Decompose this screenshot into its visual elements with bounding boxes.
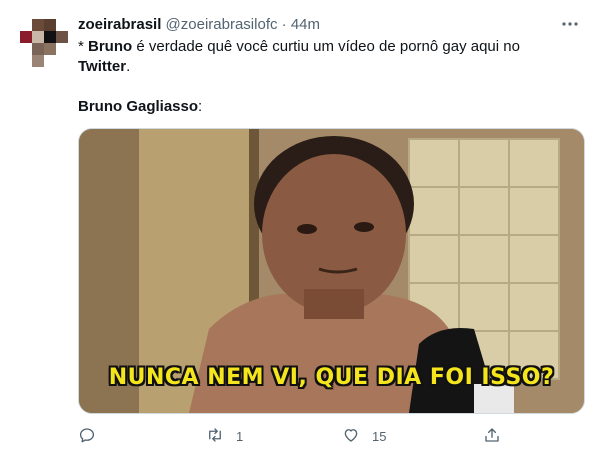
- reply-icon: [78, 426, 96, 447]
- share-button[interactable]: [483, 424, 501, 448]
- more-options-icon[interactable]: [560, 14, 580, 34]
- share-icon: [483, 426, 501, 447]
- avatar[interactable]: [20, 19, 68, 67]
- tweet-media-image[interactable]: NUNCA NEM VI, QUE DIA FOI ISSO?: [78, 128, 585, 414]
- meme-caption: NUNCA NEM VI, QUE DIA FOI ISSO?: [108, 365, 555, 390]
- author-display-name[interactable]: zoeirabrasil: [78, 16, 161, 33]
- tweet-actions: 1 15: [78, 424, 583, 448]
- tweet-card[interactable]: zoeirabrasil @zoeirabrasilofc · 44m * Br…: [0, 0, 598, 454]
- reply-button[interactable]: [78, 424, 96, 448]
- line3-rest: :: [198, 98, 203, 115]
- tweet-line-3: Bruno Gagliasso:: [78, 97, 578, 117]
- tweet-header: zoeirabrasil @zoeirabrasilofc · 44m: [78, 15, 320, 35]
- timestamp[interactable]: 44m: [291, 16, 320, 33]
- retweet-count: 1: [236, 428, 244, 444]
- heart-icon: [342, 426, 360, 447]
- retweet-button[interactable]: 1: [206, 424, 243, 448]
- tweet-text: * Bruno é verdade quê você curtiu um víd…: [78, 37, 578, 117]
- line1-rest: é verdade quê você curtiu um vídeo de po…: [132, 38, 520, 55]
- line1-prefix: *: [78, 38, 89, 55]
- tweet-line-1: * Bruno é verdade quê você curtiu um víd…: [78, 37, 578, 57]
- line1-bold: Bruno: [88, 38, 133, 55]
- line2-bold: Twitter: [78, 58, 127, 75]
- like-button[interactable]: 15: [342, 424, 386, 448]
- author-handle[interactable]: @zoeirabrasilofc: [166, 16, 278, 33]
- tweet-line-2: Twitter.: [78, 57, 578, 77]
- separator-dot: ·: [281, 16, 287, 33]
- line2-rest: .: [126, 58, 131, 75]
- retweet-icon: [206, 426, 224, 447]
- line3-bold: Bruno Gagliasso: [78, 98, 199, 115]
- like-count: 15: [372, 428, 387, 444]
